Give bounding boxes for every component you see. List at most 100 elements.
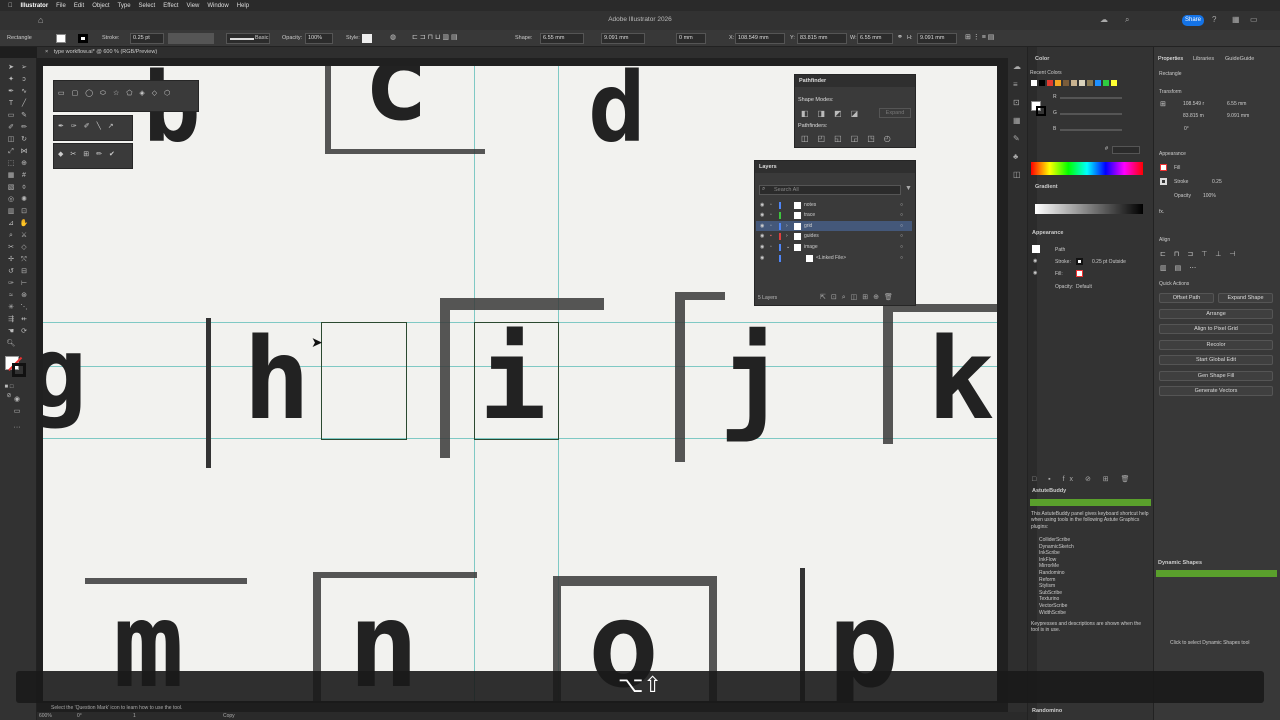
recolor-icon[interactable]: ◍ bbox=[390, 33, 396, 41]
artboards-icon[interactable]: ⊡ bbox=[1013, 98, 1020, 107]
layer-name[interactable]: guides bbox=[804, 231, 819, 241]
recolor-button[interactable]: Recolor bbox=[1159, 340, 1273, 350]
stroke-color-icon[interactable] bbox=[12, 363, 26, 377]
visibility-eye-icon[interactable]: ◉ bbox=[1033, 270, 1037, 276]
appearance-footer-icons[interactable]: □ ▪ fx ⊘ ⊞ 🗑︎ bbox=[1032, 475, 1135, 483]
lock-icon[interactable]: ▫ bbox=[770, 210, 772, 220]
magic-wand-icon[interactable]: ✦ bbox=[6, 75, 16, 84]
symbols-icon[interactable]: ♣ bbox=[1013, 152, 1018, 161]
h-field[interactable]: 9.091 mm bbox=[917, 33, 957, 44]
zoom-level[interactable]: 600% bbox=[39, 713, 52, 719]
apple-menu-icon[interactable]:  bbox=[8, 3, 13, 9]
letter-h[interactable]: h bbox=[243, 324, 310, 436]
pathfinder-icons[interactable]: ◫◰◱◲◳◴ bbox=[801, 134, 900, 143]
warp-tool-icon[interactable]: ≈ bbox=[6, 291, 16, 300]
column-graph-icon[interactable]: ▥ bbox=[6, 207, 16, 216]
reference-point-icon[interactable]: ⊞ bbox=[1160, 100, 1166, 108]
appearance-stroke-value[interactable]: 0.25 pt Outside bbox=[1092, 259, 1126, 265]
canvas[interactable]: b c d g h i j k ➤ m n o p ▭▢◯⬭☆⬠◈◇⬡ ✒✑✐╲… bbox=[37, 58, 1027, 701]
menu-edit[interactable]: Edit bbox=[74, 3, 84, 9]
recent-color-swatch[interactable] bbox=[1087, 80, 1093, 86]
rotate-view-icon[interactable]: ⟳ bbox=[19, 327, 29, 336]
shape-tool-icons[interactable]: ▭▢◯⬭☆⬠◈◇⬡ bbox=[54, 81, 198, 106]
hand-tool-2-icon[interactable]: ☚ bbox=[6, 327, 16, 336]
prop-fill-swatch[interactable] bbox=[1160, 164, 1167, 171]
corner-radius-field[interactable]: 0 mm bbox=[676, 33, 706, 44]
w-field[interactable]: 6.55 mm bbox=[857, 33, 893, 44]
stroke-swatch[interactable] bbox=[78, 34, 88, 43]
letter-g[interactable]: g bbox=[43, 324, 87, 424]
search-icon[interactable]: ⌕ bbox=[1125, 15, 1129, 25]
symbol-sprayer-icon[interactable]: ✺ bbox=[19, 195, 29, 204]
visibility-eye-icon[interactable]: ◉ bbox=[760, 231, 764, 241]
color-mode-icons[interactable]: ■ □ ⊘ bbox=[4, 383, 14, 399]
color-stroke-swatch[interactable] bbox=[1036, 106, 1046, 116]
letter-c[interactable]: c bbox=[363, 66, 429, 136]
reshape-tool-icon[interactable]: ⤲ bbox=[19, 255, 29, 264]
align-icons[interactable]: ⊏⊓⊐⊤⊥⊣ bbox=[1160, 250, 1244, 258]
prop-x-field[interactable]: 108.549 r bbox=[1183, 101, 1204, 107]
visibility-eye-icon[interactable]: ◉ bbox=[760, 253, 764, 263]
lock-icon[interactable]: ▪ bbox=[770, 231, 772, 241]
prop-y-field[interactable]: 83.815 m bbox=[1183, 113, 1204, 119]
blend-tool-icon[interactable]: ◎ bbox=[6, 195, 16, 204]
lasso-icon[interactable]: ↄ bbox=[19, 75, 29, 84]
help-icon[interactable]: ? bbox=[1212, 15, 1216, 24]
appearance-stroke-swatch[interactable] bbox=[1076, 258, 1083, 265]
visibility-eye-icon[interactable]: ◉ bbox=[760, 210, 764, 220]
scale-tool-icon[interactable]: ⤢ bbox=[6, 147, 16, 156]
screen-mode-icon[interactable]: ▭ bbox=[12, 407, 22, 416]
appearance-opacity-value[interactable]: Default bbox=[1076, 284, 1092, 290]
recent-color-swatch[interactable] bbox=[1103, 80, 1109, 86]
measure-tool-icon[interactable]: ⊢ bbox=[19, 279, 29, 288]
gen-shape-fill-button[interactable]: Gen Shape Fill bbox=[1159, 371, 1273, 381]
target-icon[interactable]: ○ bbox=[900, 231, 903, 241]
prop-h-field[interactable]: 9.091 mm bbox=[1227, 113, 1249, 119]
menu-view[interactable]: View bbox=[186, 3, 199, 9]
eyedropper-icon[interactable]: ⌽ bbox=[19, 183, 29, 192]
letter-d[interactable]: d bbox=[588, 66, 646, 156]
prop-angle-field[interactable]: 0° bbox=[1184, 126, 1189, 132]
recent-color-swatch[interactable] bbox=[1095, 80, 1101, 86]
zoom-tool-2-icon[interactable]: 🔍︎ bbox=[6, 339, 16, 348]
shape-width-field[interactable]: 6.55 mm bbox=[540, 33, 584, 44]
letter-k[interactable]: k bbox=[927, 324, 994, 436]
workspace-icon[interactable]: ▭ bbox=[1250, 15, 1258, 24]
rotate-tool-icon[interactable]: ↻ bbox=[19, 135, 29, 144]
scissors-tool-icon[interactable]: ✂ bbox=[6, 243, 16, 252]
grid-cell[interactable] bbox=[474, 322, 559, 440]
gradient-bar[interactable] bbox=[1035, 204, 1143, 214]
filter-icon[interactable]: ▼ bbox=[905, 185, 912, 192]
appearance-stroke-label[interactable]: Stroke: bbox=[1055, 259, 1071, 265]
puppet-warp-icon[interactable]: ✢ bbox=[6, 255, 16, 264]
recent-color-swatch[interactable] bbox=[1055, 80, 1061, 86]
artboard-number[interactable]: 1 bbox=[133, 713, 136, 719]
g-slider[interactable] bbox=[1060, 113, 1122, 115]
prop-opacity-value[interactable]: 100% bbox=[1203, 193, 1216, 199]
close-tab-icon[interactable]: × bbox=[45, 49, 48, 55]
layer-name[interactable]: <Linked File> bbox=[816, 253, 846, 263]
free-transform-icon[interactable]: ⬚ bbox=[6, 159, 16, 168]
prop-stroke-swatch[interactable] bbox=[1160, 178, 1167, 185]
recent-color-swatch[interactable] bbox=[1063, 80, 1069, 86]
visibility-eye-icon[interactable]: ◉ bbox=[760, 200, 764, 210]
visibility-eye-icon[interactable]: ◉ bbox=[760, 221, 764, 231]
prop-fx-button[interactable]: fx. bbox=[1159, 209, 1164, 215]
curvature-tool-icon[interactable]: ∿ bbox=[19, 87, 29, 96]
recent-color-swatch[interactable] bbox=[1111, 80, 1117, 86]
line-tool-icon[interactable]: ╱ bbox=[19, 99, 29, 108]
selected-rectangle[interactable] bbox=[321, 322, 407, 440]
x-field[interactable]: 108.549 mm bbox=[735, 33, 785, 44]
width-tool-icon[interactable]: ⋈ bbox=[19, 147, 29, 156]
layer-name[interactable]: grid bbox=[804, 221, 812, 231]
lock-icon[interactable]: ▫ bbox=[770, 200, 772, 210]
lock-icon[interactable]: ▫ bbox=[770, 221, 772, 231]
selection-tool-icon[interactable]: ➤ bbox=[6, 63, 16, 72]
draw-mode-icon[interactable]: ◉ bbox=[12, 395, 22, 404]
menu-help[interactable]: Help bbox=[237, 3, 249, 9]
target-icon[interactable]: ○ bbox=[900, 253, 903, 263]
share-button[interactable]: Share bbox=[1182, 15, 1204, 26]
layer-row[interactable]: ◉ ▫ trace ○ bbox=[756, 210, 912, 220]
menu-illustrator[interactable]: Illustrator bbox=[21, 3, 49, 9]
expand-button[interactable]: Expand bbox=[879, 108, 911, 118]
